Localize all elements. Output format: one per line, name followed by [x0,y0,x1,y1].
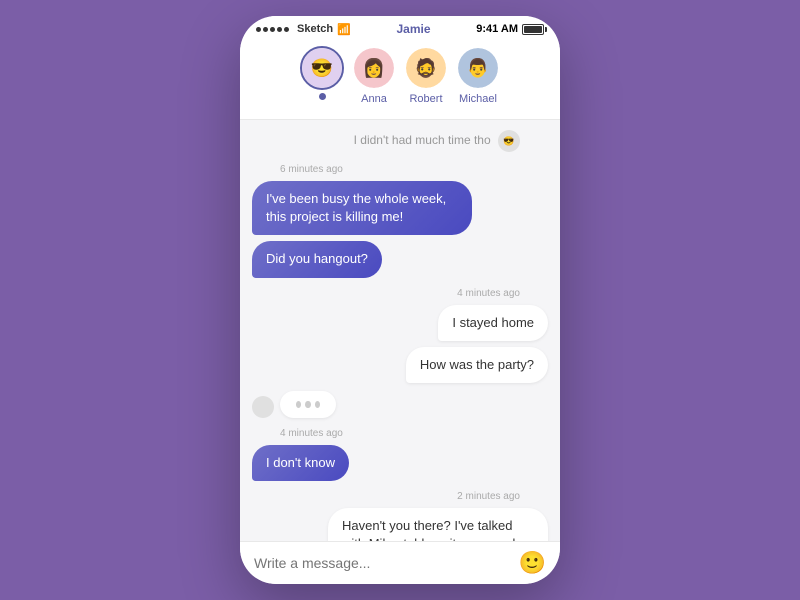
chat-name: Jamie [396,22,430,36]
typing-dot-2 [305,401,310,408]
timestamp-2min-right: 2 minutes ago [280,491,520,502]
app-name: Sketch [297,23,333,35]
chat-header: 😎 👩 Anna 🧔 Robert 👨 [240,40,560,120]
signal-dots [256,27,289,32]
truncated-message: I didn't had much time tho 😎 [252,128,548,156]
avatar-name-anna: Anna [361,93,387,105]
avatar-circle-michael: 👨 [456,46,500,90]
typing-avatar [252,396,274,418]
bubble-5: I don't know [252,445,349,481]
message-input[interactable] [254,555,511,571]
status-right: 9:41 AM [476,23,544,35]
bubble-6: Haven't you there? I've talked with Mike… [328,508,548,541]
bubble-1: I've been busy the whole week, this proj… [252,181,472,235]
typing-dot-3 [315,401,320,408]
typing-row [252,391,548,418]
msg-row-4: How was the party? [252,347,548,383]
typing-indicator [280,391,336,418]
avatar-img-michael: 👨 [458,48,498,88]
phone-frame: Sketch 📶 Jamie 9:41 AM 😎 👩 [240,16,560,584]
avatar-circle-main: 😎 [300,46,344,90]
avatar-name-robert: Robert [409,93,442,105]
avatar-item-anna[interactable]: 👩 Anna [352,46,396,105]
avatar-small-right: 😎 [498,130,520,152]
avatar-circle-robert: 🧔 [404,46,448,90]
msg-row-3: I stayed home [252,305,548,341]
avatar-item-main[interactable]: 😎 [300,46,344,105]
avatar-circle-anna: 👩 [352,46,396,90]
avatar-img-main: 😎 [302,48,342,88]
avatar-item-michael[interactable]: 👨 Michael [456,46,500,105]
bubble-3: I stayed home [438,305,548,341]
time: 9:41 AM [476,23,518,35]
msg-row-5: I don't know [252,445,548,481]
msg-row-2: Did you hangout? [252,241,548,277]
wifi-icon: 📶 [337,23,351,36]
battery-icon [522,24,544,35]
input-bar: 🙂 [240,541,560,584]
avatar-item-robert[interactable]: 🧔 Robert [404,46,448,105]
chat-area: I didn't had much time tho 😎 6 minutes a… [240,120,560,541]
avatars-row: 😎 👩 Anna 🧔 Robert 👨 [256,46,544,105]
msg-row-1: I've been busy the whole week, this proj… [252,181,548,235]
bubble-2: Did you hangout? [252,241,382,277]
avatar-img-robert: 🧔 [406,48,446,88]
typing-dot-1 [296,401,301,408]
status-left: Sketch 📶 [256,23,351,36]
bubble-4: How was the party? [406,347,548,383]
timestamp-4min-left: 4 minutes ago [280,428,520,439]
avatar-img-anna: 👩 [354,48,394,88]
avatar-indicator-main [319,93,326,100]
avatar-name-michael: Michael [459,93,497,105]
timestamp-4min-right: 4 minutes ago [280,288,520,299]
msg-row-6: Haven't you there? I've talked with Mike… [252,508,548,541]
emoji-button[interactable]: 🙂 [519,550,546,576]
status-bar: Sketch 📶 Jamie 9:41 AM [240,16,560,40]
timestamp-6min: 6 minutes ago [280,164,520,175]
